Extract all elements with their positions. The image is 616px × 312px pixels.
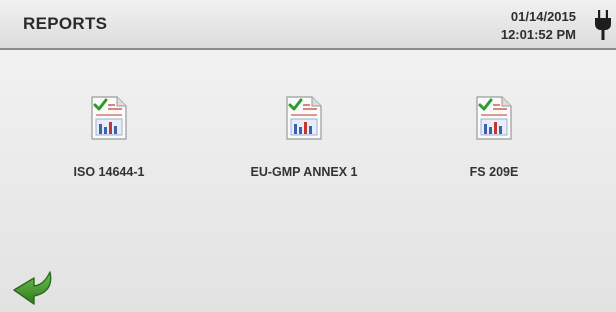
back-arrow-icon[interactable] <box>10 268 58 308</box>
report-iso-14644-1[interactable]: ISO 14644-1 <box>34 96 184 192</box>
page-title: REPORTS <box>23 14 108 33</box>
plug-icon <box>595 10 611 40</box>
report-fs-209e[interactable]: FS 209E <box>419 96 569 192</box>
report-label: EU-GMP ANNEX 1 <box>250 165 358 179</box>
report-eu-gmp-annex-1[interactable]: EU-GMP ANNEX 1 <box>229 96 379 192</box>
report-document-icon <box>91 96 127 140</box>
report-document-icon <box>476 96 512 140</box>
report-document-icon <box>286 96 322 140</box>
date-time: 01/14/2015 12:01:52 PM <box>501 8 576 44</box>
date-text: 01/14/2015 <box>510 9 576 24</box>
report-label: ISO 14644-1 <box>73 165 145 179</box>
report-label: FS 209E <box>469 165 519 179</box>
header-bar: REPORTS 01/14/2015 12:01:52 PM <box>0 0 616 50</box>
time-text: 12:01:52 PM <box>500 27 576 42</box>
reports-screen: REPORTS 01/14/2015 12:01:52 PM ISO 14644… <box>0 0 616 312</box>
